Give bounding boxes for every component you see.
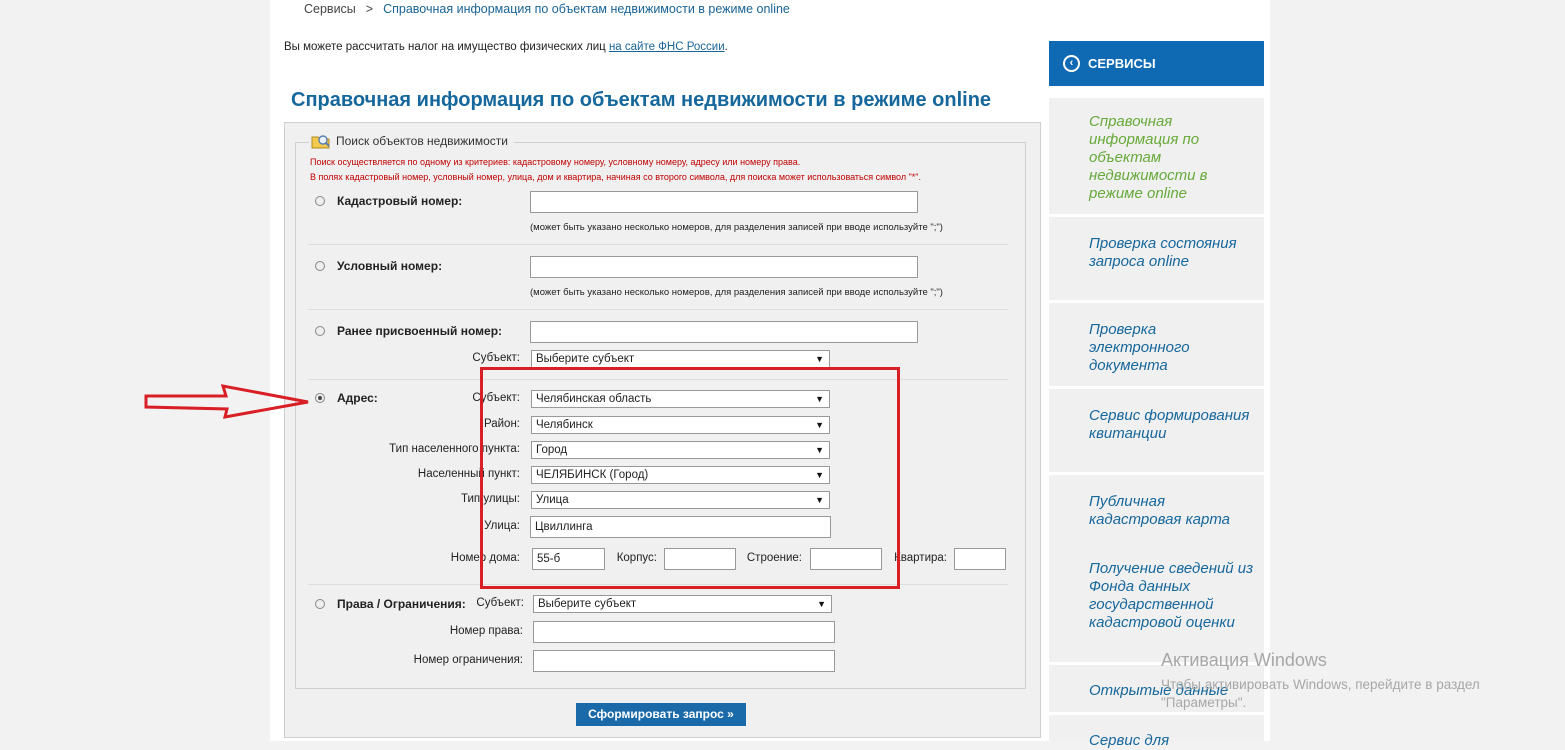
conditional-label: Условный номер: (337, 259, 443, 273)
sidebar-item-document-check[interactable]: Проверка электронного документа (1049, 303, 1264, 389)
previous-number-input[interactable] (530, 321, 918, 343)
sidebar-item-service[interactable]: Сервис для (1049, 715, 1264, 749)
cadastral-radio[interactable] (315, 196, 325, 206)
search-note-2: В полях кадастровый номер, условный номе… (310, 172, 921, 182)
restriction-number-input[interactable] (533, 650, 835, 672)
apartment-input[interactable] (954, 548, 1006, 570)
highlight-box (480, 367, 900, 589)
cadastral-hint: (может быть указано несколько номеров, д… (530, 222, 943, 233)
annotation-arrow-icon (144, 384, 309, 419)
breadcrumb-current[interactable]: Справочная информация по объектам недвиж… (383, 2, 790, 16)
previous-subject-label: Субъект: (472, 352, 520, 364)
sidebar-header-label: СЕРВИСЫ (1088, 56, 1156, 71)
rights-subject-select[interactable]: Выберите субъект ▼ (533, 595, 832, 613)
sidebar-item-request-status[interactable]: Проверка состояния запроса online (1049, 217, 1264, 303)
divider (308, 309, 1008, 310)
sidebar-item-label: Справочная информация по объектам недвиж… (1089, 113, 1208, 202)
sidebar-item-label: Проверка состояния запроса online (1089, 235, 1237, 270)
rights-label: Права / Ограничения: (337, 597, 466, 611)
chevron-left-circle-icon: ‹ (1063, 55, 1080, 72)
breadcrumb-separator: > (365, 2, 374, 16)
rights-subject-value: Выберите субъект (538, 598, 637, 610)
conditional-input[interactable] (530, 256, 918, 278)
search-note-1: Поиск осуществляется по одному из критер… (310, 157, 801, 167)
sidebar-item-receipt-service[interactable]: Сервис формирования квитанции (1049, 389, 1264, 475)
intro-text: Вы можете рассчитать налог на имущество … (284, 41, 606, 53)
tax-intro: Вы можете рассчитать налог на имущество … (284, 41, 728, 53)
previous-number-label: Ранее присвоенный номер: (337, 324, 503, 338)
breadcrumb: Сервисы > Справочная информация по объекта… (304, 2, 790, 16)
address-radio[interactable] (315, 393, 325, 403)
previous-subject-select[interactable]: Выберите субъект ▼ (531, 350, 830, 368)
legend-label: Поиск объектов недвижимости (336, 134, 509, 148)
sidebar-item-label: Проверка электронного документа (1089, 321, 1190, 374)
right-number-input[interactable] (533, 621, 835, 643)
restriction-number-label: Номер ограничения: (413, 654, 523, 666)
sidebar-item-label: Публичная кадастровая карта (1089, 493, 1231, 528)
fieldset-legend: Поиск объектов недвижимости (309, 131, 515, 151)
sidebar-item-label: Сервис формирования квитанции (1089, 407, 1250, 442)
cadastral-input[interactable] (530, 191, 918, 213)
submit-request-button[interactable]: Сформировать запрос » (576, 703, 746, 726)
sidebar-item-label: Получение сведений из Фонда данных госуд… (1089, 560, 1254, 631)
sidebar-header[interactable]: ‹ СЕРВИСЫ (1049, 41, 1264, 86)
sidebar-item-valuation-fund[interactable]: Получение сведений из Фонда данных госуд… (1049, 542, 1264, 665)
divider (308, 244, 1008, 245)
cadastral-label: Кадастровый номер: (337, 194, 463, 208)
page-title: Справочная информация по объектам недвиж… (291, 89, 992, 111)
triangle-down-icon: ▼ (817, 599, 826, 609)
windows-activation-title: Активация Windows (1161, 650, 1327, 670)
previous-subject-value: Выберите субъект (536, 353, 635, 365)
right-number-label: Номер права: (449, 625, 523, 637)
conditional-hint: (может быть указано несколько номеров, д… (530, 287, 943, 298)
rights-radio[interactable] (315, 599, 325, 609)
triangle-down-icon: ▼ (815, 354, 824, 364)
conditional-radio[interactable] (315, 261, 325, 271)
sidebar-item-label: Сервис для (1089, 732, 1170, 749)
intro-suffix: . (724, 41, 728, 53)
search-folder-icon (311, 135, 330, 149)
rights-subject-label: Субъект: (476, 597, 524, 609)
fns-link[interactable]: на сайте ФНС России (609, 41, 725, 53)
windows-activation-text: Чтобы активировать Windows, перейдите в … (1161, 677, 1480, 710)
sidebar-item-reference-info[interactable]: Справочная информация по объектам недвиж… (1049, 98, 1264, 217)
previous-number-radio[interactable] (315, 326, 325, 336)
breadcrumb-root-link[interactable]: Сервисы (304, 2, 356, 16)
